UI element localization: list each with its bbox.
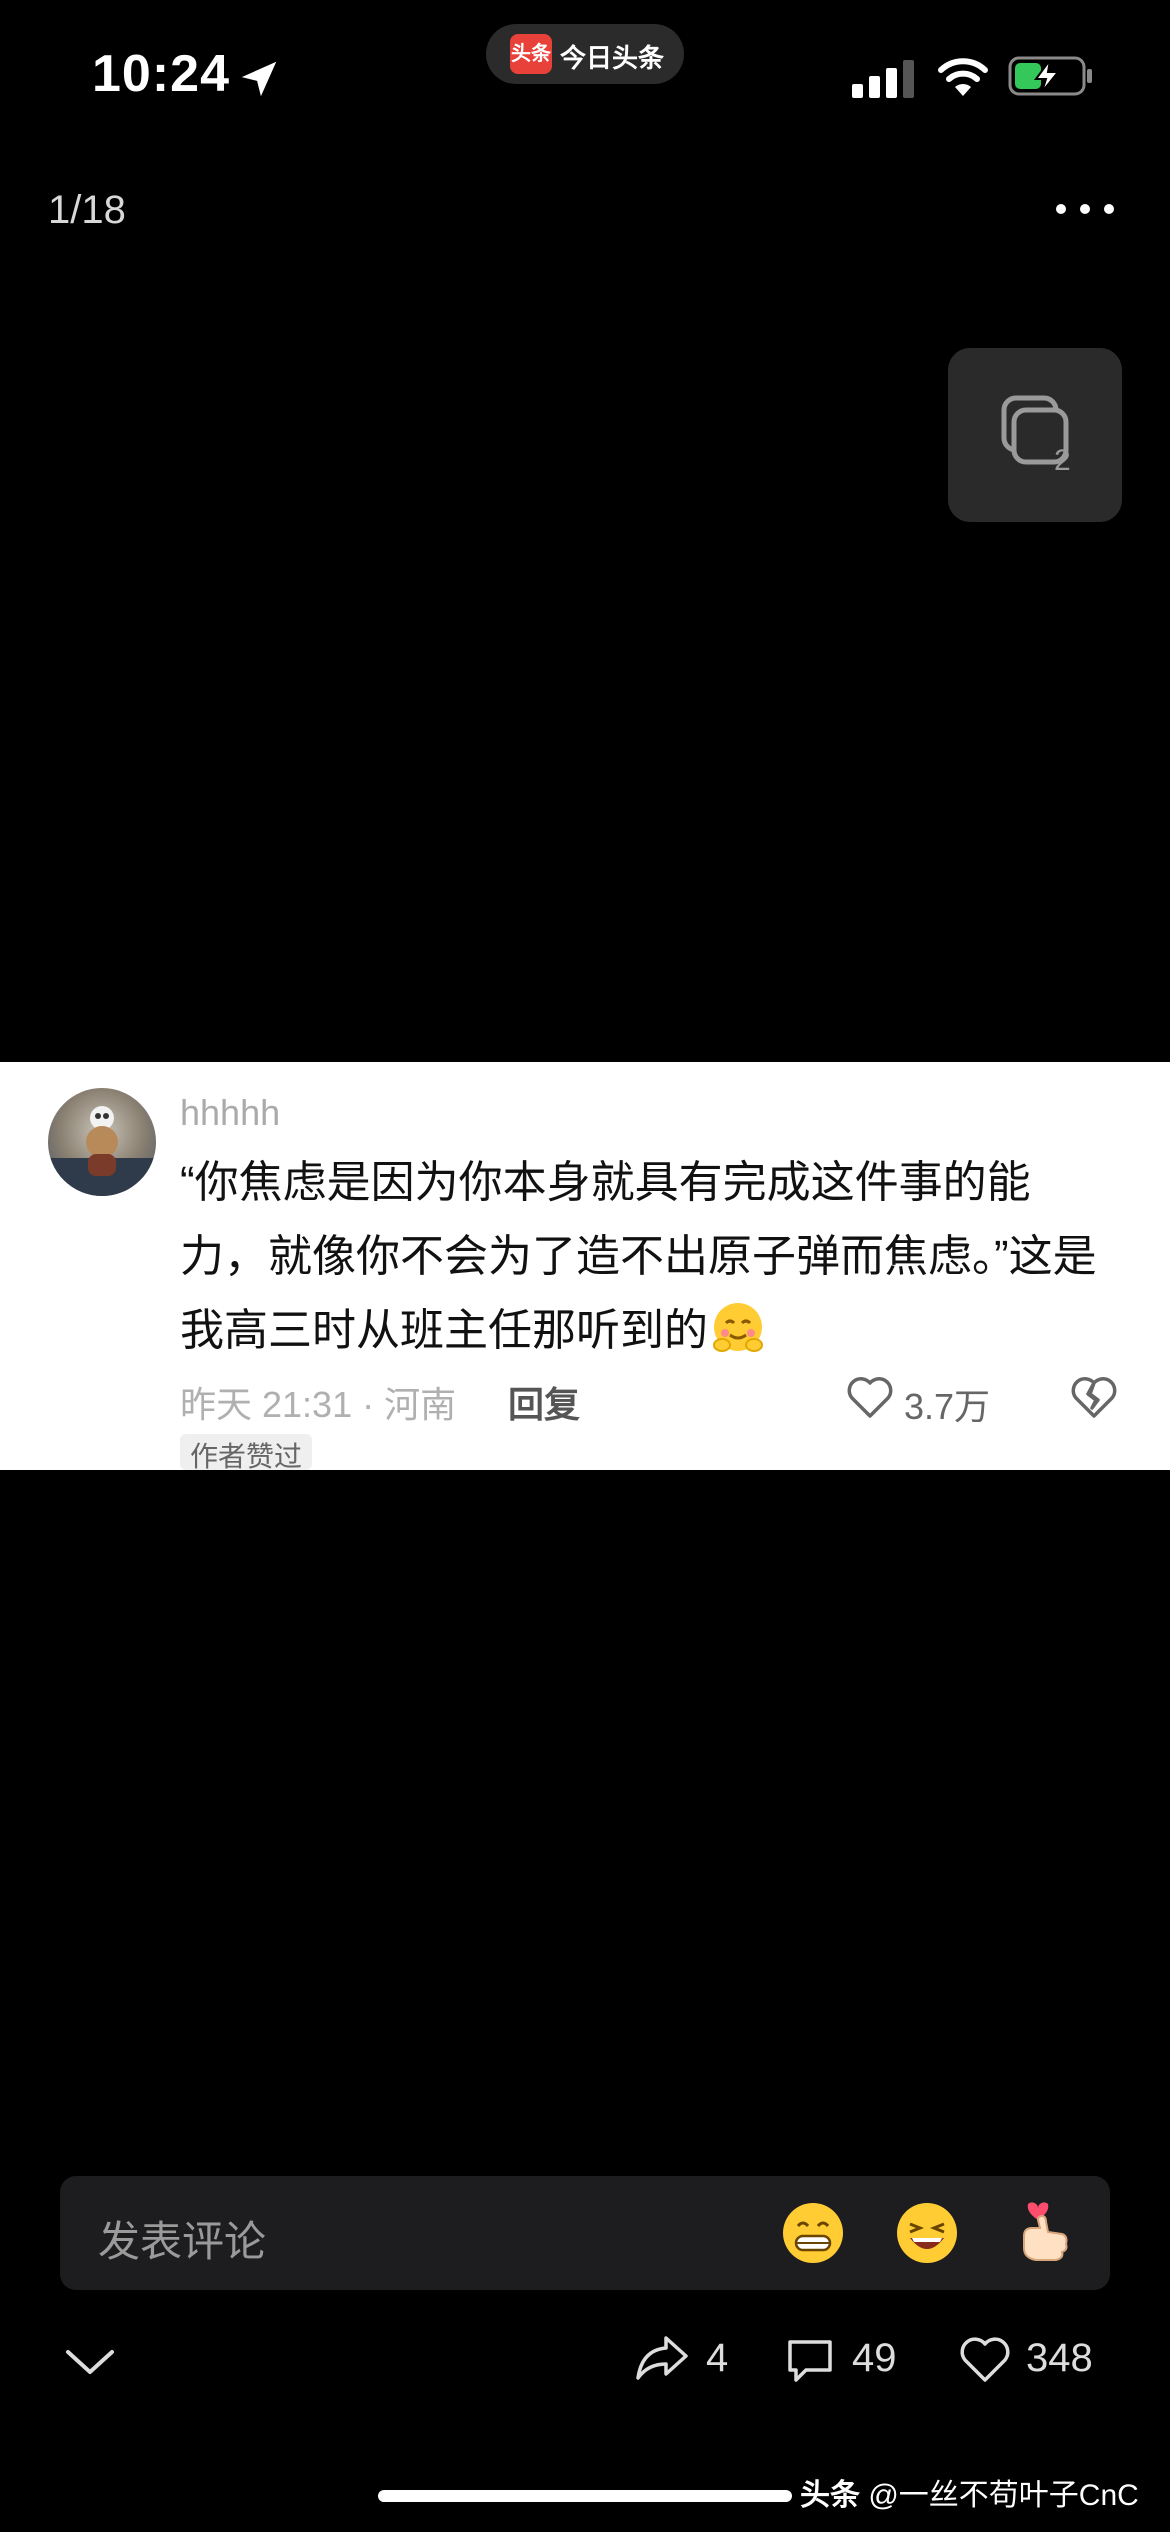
author-liked-badge: 作者赞过 (180, 1434, 313, 1470)
like-count: 348 (1026, 2336, 1093, 2380)
reply-button[interactable]: 回复 (508, 1376, 580, 1428)
finger-heart-emoji-icon[interactable] (1010, 2200, 1076, 2266)
comment-username[interactable]: hhhhh (180, 1092, 280, 1134)
app-name: 今日头条 (560, 43, 665, 73)
avatar[interactable] (48, 1088, 156, 1196)
comment-count: 49 (852, 2336, 897, 2380)
comment-bubble-icon[interactable] (784, 2336, 836, 2384)
location-arrow-icon (241, 61, 277, 97)
chevron-down-icon[interactable] (64, 2346, 116, 2376)
battery-charging-icon (1008, 56, 1092, 96)
comment-like-count: 3.7万 (904, 1386, 991, 1427)
comment-text: “你焦虑是因为你本身就具有完成这件事的能力，就像你不会为了造不出原子弹而焦虑。”… (180, 1158, 1097, 1355)
share-count: 4 (706, 2336, 729, 2380)
app-logo: 头条 (510, 34, 552, 74)
home-indicator[interactable] (378, 2490, 792, 2502)
wifi-icon (938, 58, 988, 96)
cellular-signal-icon (852, 60, 914, 98)
comment-body: “你焦虑是因为你本身就具有完成这件事的能力，就像你不会为了造不出原子弹而焦虑。”… (180, 1146, 1100, 1368)
share-icon[interactable] (634, 2332, 690, 2384)
watermark-handle: @一丝不苟叶子CnC (868, 2479, 1139, 2512)
more-options-icon[interactable] (1054, 202, 1116, 216)
grin-emoji-icon[interactable] (780, 2200, 846, 2266)
status-time: 10:24 (92, 45, 230, 103)
image-counter: 1/18 (48, 188, 126, 232)
comment-input-placeholder[interactable]: 发表评论 (98, 2208, 266, 2269)
avatar-image (48, 1106, 156, 1196)
stacked-images-icon: 2 (1001, 395, 1071, 477)
broken-heart-icon[interactable] (1070, 1374, 1118, 1420)
laugh-emoji-icon[interactable] (894, 2200, 960, 2266)
shy-smile-emoji-icon (713, 1303, 763, 1352)
like-heart-icon[interactable] (958, 2334, 1012, 2384)
watermark: 头条 @一丝不苟叶子CnC (800, 2470, 1139, 2514)
watermark-brand: 头条 (800, 2479, 860, 2512)
multi-count: 2 (1054, 444, 1071, 477)
comment-time-location: 昨天 21:31 · 河南 (180, 1384, 457, 1425)
heart-outline-icon[interactable] (846, 1374, 894, 1420)
